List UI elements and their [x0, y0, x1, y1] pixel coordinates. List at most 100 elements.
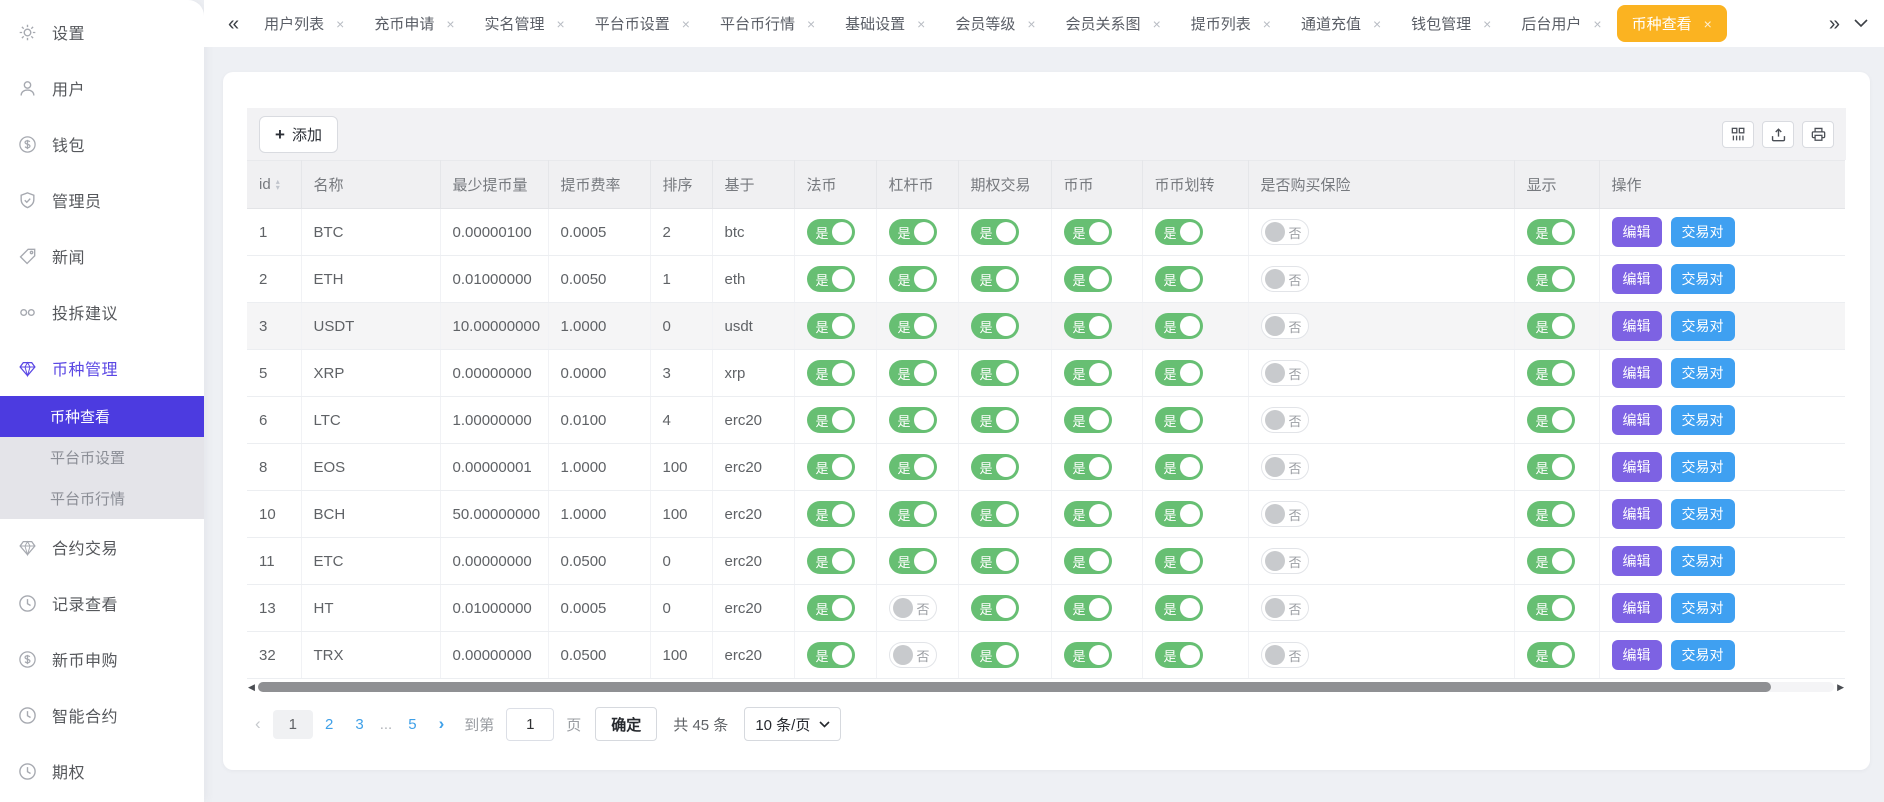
toggle-option_trade[interactable]: 是 [971, 642, 1019, 668]
toggle-coin_transfer[interactable]: 是 [1155, 454, 1203, 480]
toggle-coin_transfer[interactable]: 是 [1155, 360, 1203, 386]
export-icon[interactable] [1762, 121, 1794, 148]
toggle-coin_coin[interactable]: 是 [1064, 548, 1112, 574]
tabs-scroll-left-icon[interactable]: « [224, 14, 243, 34]
edit-button[interactable]: 编辑 [1612, 264, 1662, 294]
toggle-leverage[interactable]: 是 [889, 313, 937, 339]
toggle-fiat[interactable]: 是 [807, 595, 855, 621]
prev-page-icon[interactable]: ‹ [247, 714, 269, 734]
print-icon[interactable] [1802, 121, 1834, 148]
edit-button[interactable]: 编辑 [1612, 499, 1662, 529]
toggle-option_trade[interactable]: 是 [971, 313, 1019, 339]
toggle-coin_transfer[interactable]: 是 [1155, 548, 1203, 574]
toggle-coin_coin[interactable]: 是 [1064, 501, 1112, 527]
toggle-coin_coin[interactable]: 是 [1064, 266, 1112, 292]
toggle-leverage[interactable]: 是 [889, 548, 937, 574]
toggle-show[interactable]: 是 [1527, 219, 1575, 245]
scrollbar-thumb[interactable] [258, 682, 1771, 692]
toggle-coin_coin[interactable]: 是 [1064, 313, 1112, 339]
edit-button[interactable]: 编辑 [1612, 405, 1662, 435]
toggle-show[interactable]: 是 [1527, 360, 1575, 386]
toggle-option_trade[interactable]: 是 [971, 266, 1019, 292]
toggle-fiat[interactable]: 是 [807, 313, 855, 339]
toggle-leverage[interactable]: 是 [889, 501, 937, 527]
toggle-show[interactable]: 是 [1527, 454, 1575, 480]
sidebar-item-9[interactable]: 记录查看 [0, 575, 204, 631]
close-icon[interactable]: × [682, 17, 690, 31]
scrollbar-track[interactable] [258, 682, 1834, 692]
toggle-insurance[interactable]: 否 [1261, 266, 1309, 292]
toggle-coin_transfer[interactable]: 是 [1155, 313, 1203, 339]
trading-pairs-button[interactable]: 交易对 [1671, 452, 1735, 482]
toggle-fiat[interactable]: 是 [807, 454, 855, 480]
trading-pairs-button[interactable]: 交易对 [1671, 499, 1735, 529]
close-icon[interactable]: × [1593, 17, 1601, 31]
toggle-show[interactable]: 是 [1527, 407, 1575, 433]
toggle-insurance[interactable]: 否 [1261, 313, 1309, 339]
sidebar-item-5[interactable]: 新闻 [0, 228, 204, 284]
toggle-insurance[interactable]: 否 [1261, 642, 1309, 668]
toggle-option_trade[interactable]: 是 [971, 219, 1019, 245]
next-page-icon[interactable]: › [431, 714, 453, 734]
close-icon[interactable]: × [917, 17, 925, 31]
toggle-insurance[interactable]: 否 [1261, 595, 1309, 621]
toggle-coin_coin[interactable]: 是 [1064, 360, 1112, 386]
close-icon[interactable]: × [446, 17, 454, 31]
toggle-insurance[interactable]: 否 [1261, 501, 1309, 527]
tab-10[interactable]: 通道充值× [1286, 5, 1396, 42]
edit-button[interactable]: 编辑 [1612, 311, 1662, 341]
close-icon[interactable]: × [1153, 17, 1161, 31]
trading-pairs-button[interactable]: 交易对 [1671, 311, 1735, 341]
page-1[interactable]: 1 [273, 710, 313, 739]
trading-pairs-button[interactable]: 交易对 [1671, 405, 1735, 435]
trading-pairs-button[interactable]: 交易对 [1671, 217, 1735, 247]
edit-button[interactable]: 编辑 [1612, 358, 1662, 388]
page-5[interactable]: 5 [398, 710, 426, 739]
tab-7[interactable]: 会员等级× [940, 5, 1050, 42]
tab-8[interactable]: 会员关系图× [1051, 5, 1176, 42]
sort-icon[interactable]: ▴▾ [276, 179, 280, 191]
close-icon[interactable]: × [1373, 17, 1381, 31]
sidebar-subitem-1[interactable]: 币种查看 [0, 396, 204, 437]
toggle-coin_transfer[interactable]: 是 [1155, 642, 1203, 668]
toggle-leverage[interactable]: 是 [889, 266, 937, 292]
toggle-option_trade[interactable]: 是 [971, 501, 1019, 527]
toggle-coin_transfer[interactable]: 是 [1155, 219, 1203, 245]
close-icon[interactable]: × [557, 17, 565, 31]
edit-button[interactable]: 编辑 [1612, 593, 1662, 623]
toggle-option_trade[interactable]: 是 [971, 360, 1019, 386]
toggle-coin_transfer[interactable]: 是 [1155, 595, 1203, 621]
tab-2[interactable]: 充币申请× [359, 5, 469, 42]
toggle-coin_coin[interactable]: 是 [1064, 219, 1112, 245]
sidebar-item-11[interactable]: 智能合约 [0, 687, 204, 743]
sidebar-item-1[interactable]: 设置 [0, 4, 204, 60]
toggle-coin_transfer[interactable]: 是 [1155, 266, 1203, 292]
sidebar-item-2[interactable]: 用户 [0, 60, 204, 116]
trading-pairs-button[interactable]: 交易对 [1671, 546, 1735, 576]
toggle-show[interactable]: 是 [1527, 642, 1575, 668]
toggle-leverage[interactable]: 是 [889, 360, 937, 386]
columns-icon[interactable] [1722, 121, 1754, 148]
scroll-left-arrow-icon[interactable]: ◀ [247, 683, 256, 692]
confirm-button[interactable]: 确定 [595, 707, 657, 741]
scroll-right-arrow-icon[interactable]: ▶ [1836, 683, 1845, 692]
goto-page-input[interactable] [506, 708, 554, 741]
close-icon[interactable]: × [1483, 17, 1491, 31]
column-header-id[interactable]: id▴▾ [247, 161, 301, 209]
toggle-fiat[interactable]: 是 [807, 360, 855, 386]
toggle-insurance[interactable]: 否 [1261, 454, 1309, 480]
toggle-show[interactable]: 是 [1527, 266, 1575, 292]
toggle-insurance[interactable]: 否 [1261, 407, 1309, 433]
trading-pairs-button[interactable]: 交易对 [1671, 358, 1735, 388]
close-icon[interactable]: × [336, 17, 344, 31]
sidebar-item-8[interactable]: 合约交易 [0, 519, 204, 575]
toggle-leverage[interactable]: 否 [889, 595, 937, 621]
toggle-coin_coin[interactable]: 是 [1064, 407, 1112, 433]
toggle-show[interactable]: 是 [1527, 501, 1575, 527]
close-icon[interactable]: × [807, 17, 815, 31]
trading-pairs-button[interactable]: 交易对 [1671, 593, 1735, 623]
tab-11[interactable]: 钱包管理× [1396, 5, 1506, 42]
toggle-coin_transfer[interactable]: 是 [1155, 407, 1203, 433]
close-icon[interactable]: × [1704, 17, 1712, 31]
toggle-fiat[interactable]: 是 [807, 219, 855, 245]
